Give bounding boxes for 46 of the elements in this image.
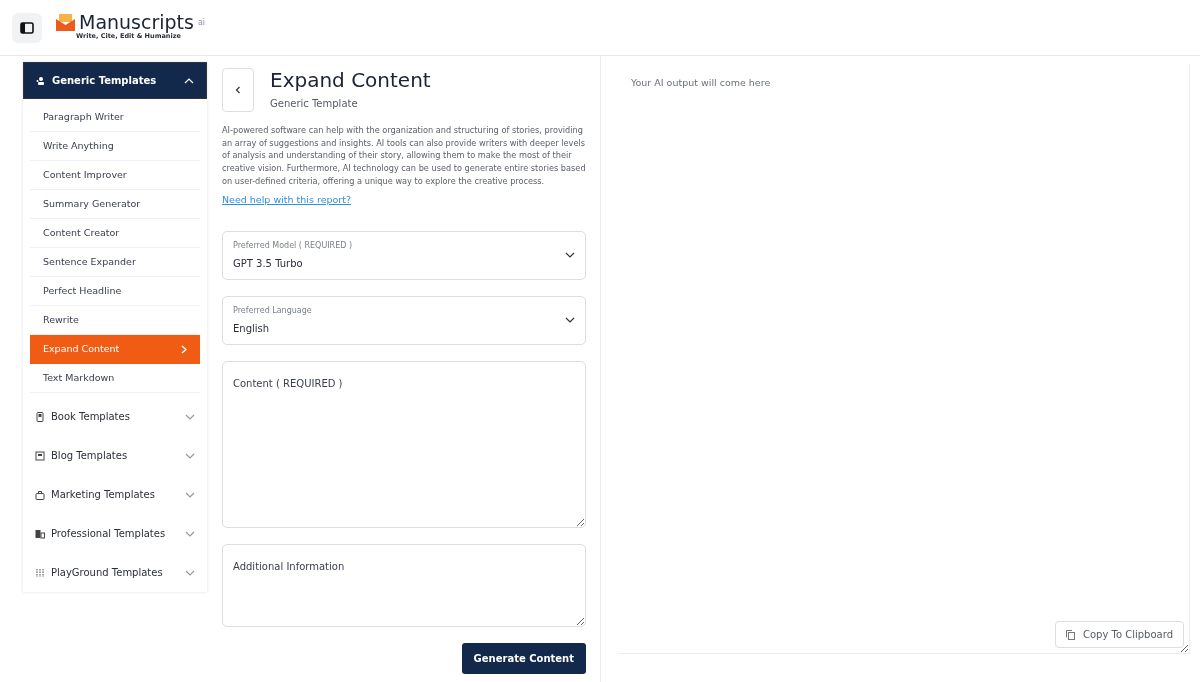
text-area[interactable]: Content ( REQUIRED ) xyxy=(222,360,586,528)
group-icon xyxy=(35,567,45,578)
group-icon xyxy=(35,411,45,422)
sidebar-item[interactable]: Content Improver xyxy=(30,161,200,190)
sidebar-group[interactable]: Blog Templates xyxy=(23,436,207,475)
select-field[interactable]: Preferred Model ( REQUIRED ) GPT 3.5 Turbo xyxy=(222,230,586,280)
sidebar-group[interactable]: Book Templates xyxy=(23,397,207,436)
sidebar-item[interactable]: Write Anything xyxy=(30,132,200,161)
sidebar-icon xyxy=(20,21,34,34)
group-icon xyxy=(36,75,46,86)
chevron-down-icon xyxy=(185,413,195,420)
sidebar-group[interactable]: Marketing Templates xyxy=(23,475,207,514)
chevron-down-icon xyxy=(185,530,195,537)
logo-suffix: ai xyxy=(197,16,206,29)
description-paragraph: AI-powered software can help with the organization and structuring of stories, providing an array of suggestions and insights. AI tools can also provide writers with deeper levels of analysis and understanding of their story, allowing them to make the most of their creative vision. Furthermore, AI technology can be used to generate entire stories based on user-defined criteria, offering a unique way to explore the creative process. xyxy=(222,124,586,188)
chevron-down-icon xyxy=(185,452,195,459)
sidebar-item[interactable]: Paragraph Writer xyxy=(30,103,200,132)
sidebar-group[interactable]: Professional Templates xyxy=(23,514,207,553)
sidebar-item[interactable]: Sentence Expander xyxy=(30,248,200,277)
chevron-up-icon xyxy=(184,77,194,84)
sidebar-toggle-button[interactable] xyxy=(12,12,42,43)
group-icon xyxy=(35,489,45,500)
text-area[interactable]: Additional Information xyxy=(222,543,586,627)
select-field[interactable]: Preferred Language English xyxy=(222,295,586,345)
chevron-down-icon xyxy=(565,252,575,259)
chevron-down-icon xyxy=(185,491,195,498)
sidebar-item[interactable]: Perfect Headline xyxy=(30,277,200,306)
group-icon xyxy=(35,528,45,539)
sidebar-item[interactable]: Summary Generator xyxy=(30,190,200,219)
sidebar-group[interactable]: PlayGround Templates xyxy=(23,553,207,592)
copy-icon xyxy=(1066,629,1075,640)
logo-icon xyxy=(56,14,75,32)
page-subtitle: Generic Template xyxy=(270,97,359,111)
sidebar-item[interactable]: Text Markdown xyxy=(30,364,200,393)
chevron-down-icon xyxy=(565,317,575,324)
chevron-right-icon xyxy=(181,345,187,354)
logo-text: Manuscripts xyxy=(79,13,194,33)
group-icon xyxy=(35,450,45,461)
chevron-left-icon xyxy=(235,86,241,94)
generate-button[interactable]: Generate Content xyxy=(461,642,586,674)
help-link[interactable]: Need help with this report? xyxy=(222,193,351,205)
sidebar-group[interactable]: Generic Templates xyxy=(23,62,207,99)
sidebar-item[interactable]: Content Creator xyxy=(30,219,200,248)
page-title: Expand Content xyxy=(270,68,431,92)
chevron-down-icon xyxy=(185,569,195,576)
copy-button[interactable]: Copy To Clipboard xyxy=(1055,621,1184,648)
